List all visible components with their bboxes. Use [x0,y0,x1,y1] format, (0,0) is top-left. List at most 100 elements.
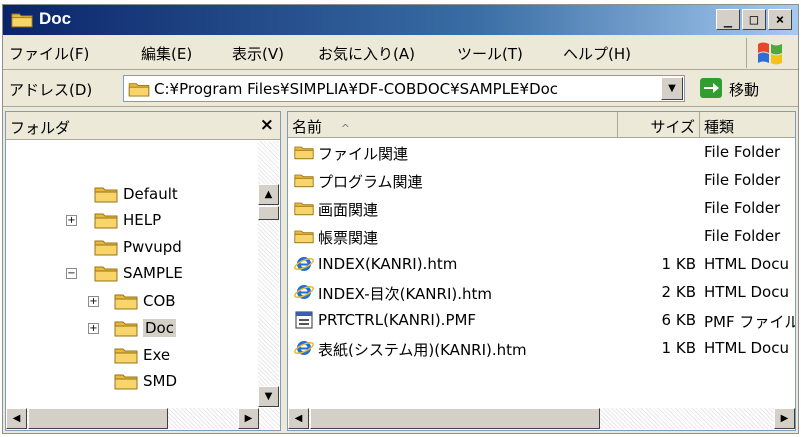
file-type: File Folder [704,227,781,245]
tree-item-exe[interactable]: Exe [114,343,170,367]
tree-item-label: Default [123,185,178,203]
window-controls: _ □ × [716,9,792,30]
file-type: HTML Docu [704,283,789,301]
column-header-size[interactable]: サイズ [618,112,700,138]
scroll-down-button[interactable]: ▼ [258,386,279,407]
file-name: INDEX(KANRI).htm [318,255,458,273]
tree-item-pwvupd[interactable]: Pwvupd [94,235,182,259]
menu-help[interactable]: ヘルプ(H) [563,43,631,64]
file-name: プログラム関連 [318,173,423,191]
file-size: 6 KB [661,311,696,329]
column-header-name[interactable]: 名前 ^ [288,112,618,138]
folders-pane-header: フォルダ × [6,112,280,140]
tree-item-label: Exe [143,346,171,364]
file-list-pane: 名前 ^ サイズ 種類 ファイル関連 File Folder プログラム関連 F… [287,111,796,431]
sort-ascending-icon: ^ [340,122,351,135]
folders-vertical-scrollbar[interactable]: ▲ ▼ [258,141,279,407]
menu-edit[interactable]: 編集(E) [141,43,192,64]
scroll-left-button[interactable]: ◀ [288,408,309,429]
file-list-horizontal-scrollbar[interactable]: ◀ ▶ [288,408,795,429]
file-name: PRTCTRL(KANRI).PMF [318,311,477,329]
folder-icon [294,227,314,245]
tree-expander[interactable]: + [88,296,99,307]
maximize-button[interactable]: □ [742,9,766,30]
open-folder-icon [114,319,138,337]
tree-item-label: SAMPLE [123,264,183,282]
folder-icon [114,346,138,364]
folder-icon [128,81,150,97]
list-item[interactable]: 帳票関連 File Folder [288,223,795,251]
file-name: 帳票関連 [318,229,379,247]
scroll-thumb[interactable] [258,206,279,220]
list-item[interactable]: プログラム関連 File Folder [288,167,795,195]
folder-icon [94,185,118,203]
list-item[interactable]: 画面関連 File Folder [288,195,795,223]
menu-favorites[interactable]: お気に入り(A) [318,43,415,64]
tree-expander[interactable]: − [66,268,77,279]
folder-icon [294,171,314,189]
tree-item-label: Pwvupd [123,238,182,256]
tree-expander[interactable]: + [66,215,77,226]
ie-html-icon [294,255,314,273]
file-name: 表紙(システム用)(KANRI).htm [318,341,527,359]
file-type: File Folder [704,143,781,161]
scroll-left-button[interactable]: ◀ [6,408,27,429]
file-type: HTML Docu [704,339,789,357]
tree-item-doc[interactable]: Doc [114,316,176,340]
folder-icon [11,11,33,28]
close-button[interactable]: × [768,9,792,30]
file-type: PMF ファイル [704,313,796,331]
list-item[interactable]: PRTCTRL(KANRI).PMF 6 KB PMF ファイル [288,307,796,335]
folder-icon [94,238,118,256]
go-arrow-icon[interactable] [700,78,722,98]
list-item[interactable]: 表紙(システム用)(KANRI).htm 1 KB HTML Docu [288,335,795,363]
windows-logo [746,38,790,68]
ie-html-icon [294,283,314,301]
menu-tools[interactable]: ツール(T) [457,43,523,64]
menu-file[interactable]: ファイル(F) [9,43,89,64]
scroll-up-button[interactable]: ▲ [258,184,279,205]
go-button[interactable]: 移動 [729,79,759,100]
column-header-type[interactable]: 種類 [700,112,795,138]
tree-item-smd[interactable]: SMD [114,369,177,393]
scroll-right-button[interactable]: ▶ [238,408,259,429]
window-title: Doc [39,9,72,28]
column-header-row: 名前 ^ サイズ 種類 [288,112,795,138]
menu-view[interactable]: 表示(V) [232,43,284,64]
minimize-button[interactable]: _ [716,9,740,30]
scroll-thumb[interactable] [310,408,600,429]
tree-item-label: Doc [143,319,176,337]
file-size: 1 KB [661,255,696,273]
scroll-thumb[interactable] [28,408,168,429]
folder-icon [294,143,314,161]
tree-item-default[interactable]: Default [94,182,178,206]
tree-item-cob[interactable]: COB [114,289,176,313]
tree-item-sample[interactable]: SAMPLE [94,261,183,285]
tree-item-label: COB [143,292,176,310]
address-value: C:¥Program Files¥SIMPLIA¥DF-COBDOC¥SAMPL… [154,80,559,98]
file-type: File Folder [704,171,781,189]
address-dropdown-button[interactable]: ▼ [661,77,683,100]
file-type: HTML Docu [704,255,789,273]
file-name: 画面関連 [318,201,379,219]
folder-icon [94,211,118,229]
windows-flag-icon [758,42,782,65]
file-size: 2 KB [661,283,696,301]
folder-icon [294,199,314,217]
pmf-file-icon [294,311,314,329]
list-item[interactable]: INDEX-目次(KANRI).htm 2 KB HTML Docu [288,279,795,307]
folder-icon [114,292,138,310]
scroll-right-button[interactable]: ▶ [774,408,795,429]
file-name: INDEX-目次(KANRI).htm [318,285,492,303]
folders-horizontal-scrollbar[interactable]: ◀ ▶ [6,408,280,429]
list-item[interactable]: INDEX(KANRI).htm 1 KB HTML Docu [288,251,795,279]
file-size: 1 KB [661,339,696,357]
tree-item-help[interactable]: HELP [94,208,161,232]
folder-icon [114,372,138,390]
list-item[interactable]: ファイル関連 File Folder [288,139,795,167]
tree-expander[interactable]: + [88,323,99,334]
title-bar[interactable]: Doc _ □ × [3,5,798,35]
folders-pane: フォルダ × Default + HELP Pwvupd − SAMPLE + … [5,111,281,431]
address-input[interactable]: C:¥Program Files¥SIMPLIA¥DF-COBDOC¥SAMPL… [123,75,685,102]
folders-pane-close-button[interactable]: × [260,115,274,135]
